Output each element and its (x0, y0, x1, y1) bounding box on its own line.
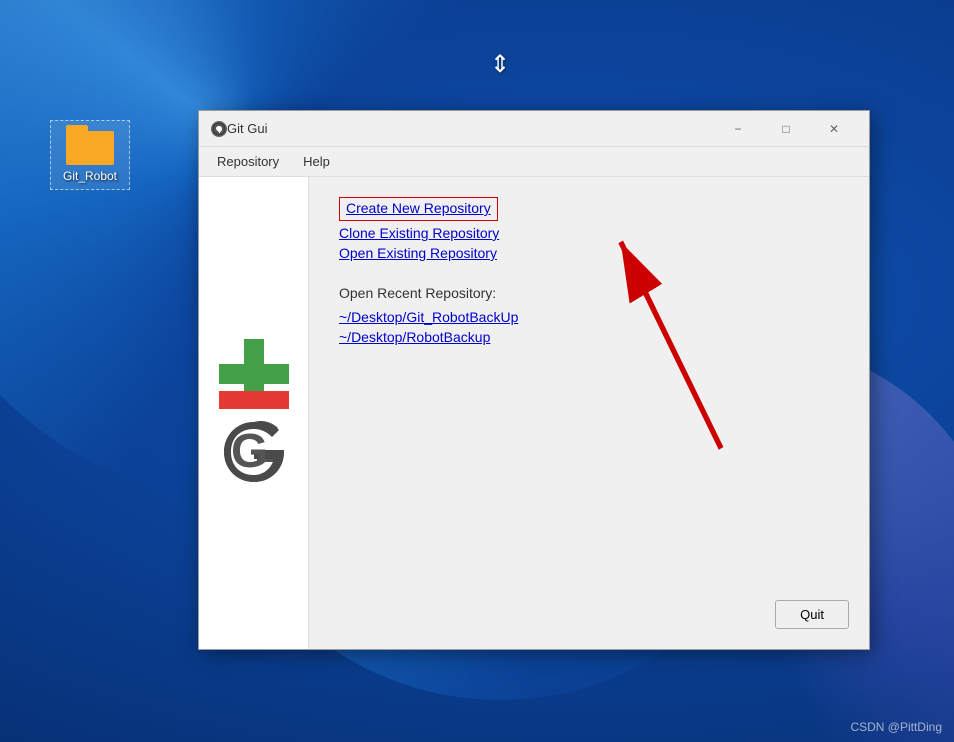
desktop-icon-label: Git_Robot (63, 169, 117, 185)
maximize-button[interactable]: □ (763, 114, 809, 144)
window-body: G Create New Repository Clone Existing R… (199, 177, 869, 649)
folder-icon (66, 125, 114, 165)
link-section: Create New Repository Clone Existing Rep… (339, 197, 839, 261)
recent-link-1[interactable]: ~/Desktop/RobotBackup (339, 329, 490, 345)
git-plus-icon (219, 339, 289, 409)
clone-existing-repository-link[interactable]: Clone Existing Repository (339, 225, 499, 241)
watermark: CSDN @PittDing (850, 720, 942, 734)
git-gui-window: Git Gui − □ ✕ Repository Help (198, 110, 870, 650)
svg-text:G: G (231, 425, 268, 478)
window-controls: − □ ✕ (715, 114, 857, 144)
content-panel: Create New Repository Clone Existing Rep… (309, 177, 869, 649)
menu-item-help[interactable]: Help (293, 150, 340, 173)
quit-button[interactable]: Quit (775, 600, 849, 629)
resize-cursor-icon: ⇕ (490, 50, 510, 79)
desktop-icon-git-robot[interactable]: Git_Robot (50, 120, 130, 190)
title-bar: Git Gui − □ ✕ (199, 111, 869, 147)
logo-panel: G (199, 177, 309, 649)
menu-bar: Repository Help (199, 147, 869, 177)
menu-item-repository[interactable]: Repository (207, 150, 289, 173)
create-new-repository-link[interactable]: Create New Repository (346, 200, 491, 216)
git-g-logo: G (219, 417, 289, 487)
recent-links: ~/Desktop/Git_RobotBackUp ~/Desktop/Robo… (339, 309, 839, 345)
git-gui-title-icon (211, 121, 227, 137)
create-link-box: Create New Repository (339, 197, 498, 221)
window-title: Git Gui (227, 121, 715, 136)
minimize-button[interactable]: − (715, 114, 761, 144)
open-recent-label: Open Recent Repository: (339, 285, 839, 301)
recent-link-0[interactable]: ~/Desktop/Git_RobotBackUp (339, 309, 518, 325)
close-button[interactable]: ✕ (811, 114, 857, 144)
open-recent-section: Open Recent Repository: ~/Desktop/Git_Ro… (339, 285, 839, 345)
quit-section: Quit (775, 600, 849, 629)
create-new-wrapper: Create New Repository (339, 197, 839, 221)
open-existing-repository-link[interactable]: Open Existing Repository (339, 245, 497, 261)
git-logo: G (219, 339, 289, 487)
desktop: ⇕ Git_Robot Git Gui − □ ✕ (0, 0, 954, 742)
